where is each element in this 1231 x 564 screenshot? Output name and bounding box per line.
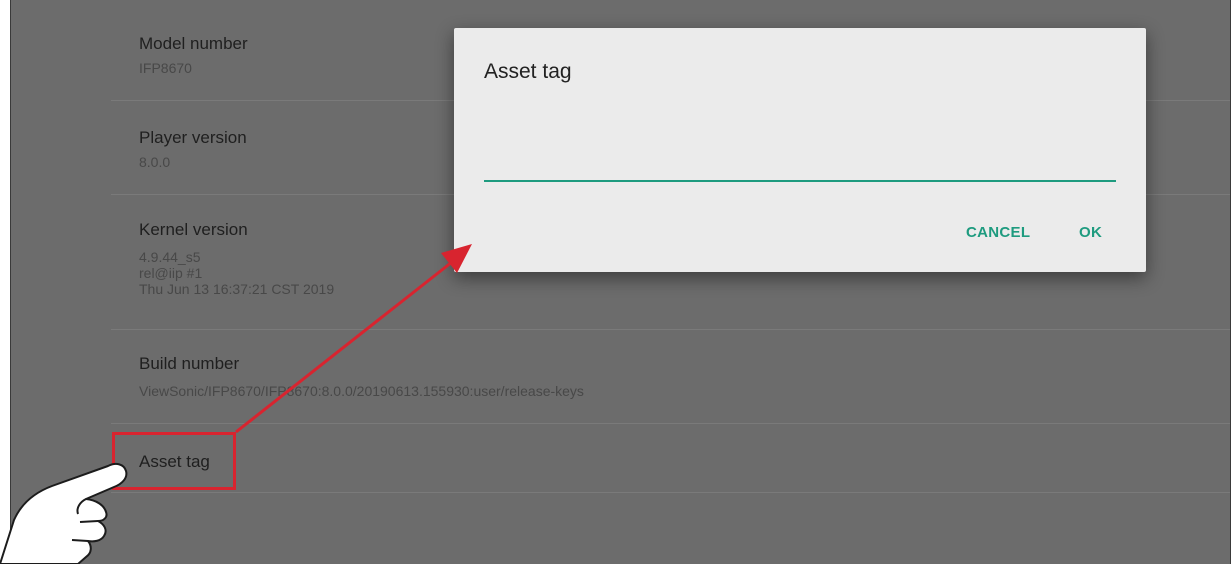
arrow-annotation — [235, 244, 472, 434]
annotation-overlay — [0, 244, 472, 564]
pointing-hand-icon — [0, 462, 128, 564]
